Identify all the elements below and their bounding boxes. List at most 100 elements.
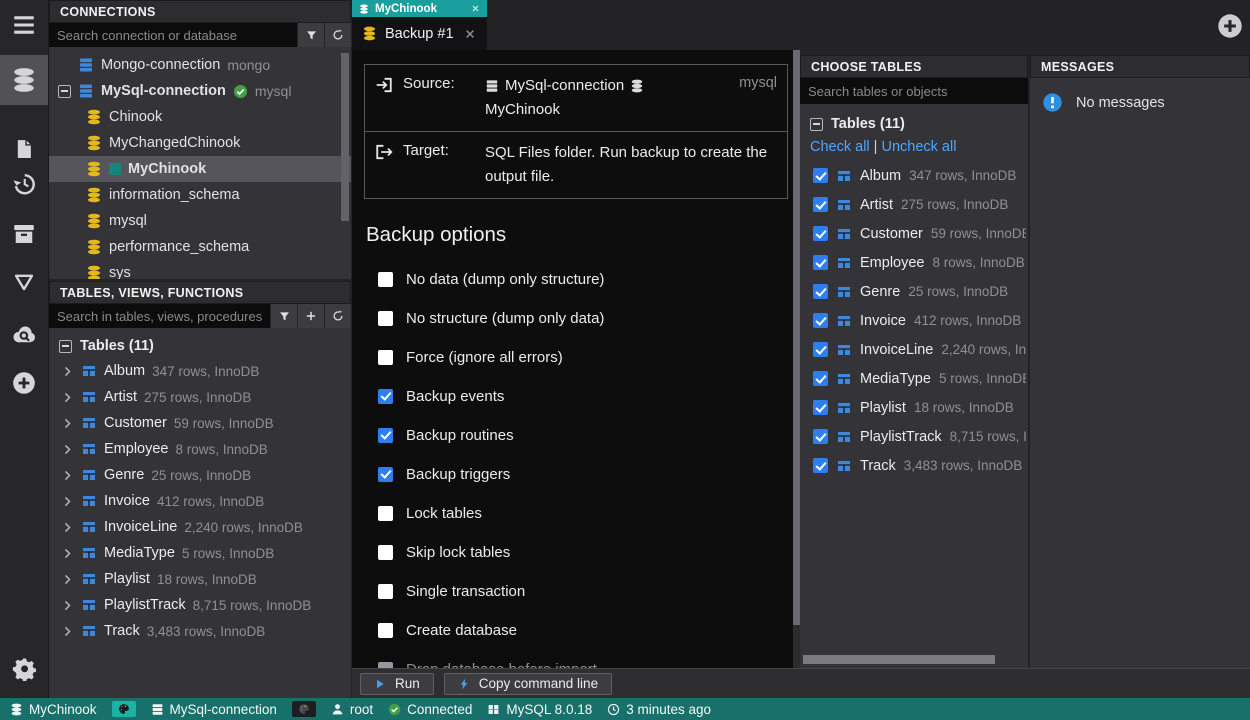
option-checkbox[interactable] <box>378 350 393 365</box>
table-tree-item[interactable]: Track 3,483 rows, InnoDB <box>49 618 351 644</box>
choose-table-row[interactable]: PlaylistTrack 8,715 rows, InnoDB <box>800 422 1028 451</box>
connection-tree-item[interactable]: sys <box>49 260 351 279</box>
chevron-right-icon[interactable] <box>61 365 74 378</box>
backup-scrollbar-thumb[interactable] <box>793 50 800 625</box>
table-checkbox[interactable] <box>813 313 828 328</box>
collapse-toggle-icon[interactable] <box>810 118 823 131</box>
tab-close-icon[interactable] <box>464 28 476 40</box>
table-checkbox[interactable] <box>813 400 828 415</box>
connection-color-palette-button[interactable] <box>292 701 316 717</box>
chevron-right-icon[interactable] <box>61 469 74 482</box>
tables-search-input[interactable] <box>49 304 270 328</box>
sidebar-item-archive[interactable] <box>0 217 48 251</box>
choose-table-row[interactable]: Employee 8 rows, InnoDB <box>800 248 1028 277</box>
connection-tree-item[interactable]: information_schema <box>49 182 351 208</box>
sidebar-item-databases[interactable] <box>0 55 48 105</box>
tables-filter-button[interactable] <box>270 304 297 328</box>
sidebar-item-history[interactable] <box>0 167 48 201</box>
chevron-right-icon[interactable] <box>61 625 74 638</box>
connection-tree-item[interactable]: MyChangedChinook <box>49 130 351 156</box>
option-checkbox[interactable] <box>378 467 393 482</box>
option-checkbox[interactable] <box>378 545 393 560</box>
option-checkbox[interactable] <box>378 623 393 638</box>
table-checkbox[interactable] <box>813 429 828 444</box>
table-checkbox[interactable] <box>813 371 828 386</box>
sidebar-item-filter[interactable] <box>0 265 48 299</box>
connection-tree-item[interactable]: mysql <box>49 208 351 234</box>
backup-option-row[interactable]: Drop database before import <box>378 661 800 668</box>
option-checkbox[interactable] <box>378 311 393 326</box>
table-checkbox[interactable] <box>813 255 828 270</box>
backup-option-row[interactable]: No structure (dump only data) <box>378 310 800 326</box>
tab-group-header[interactable]: MyChinook <box>352 0 487 17</box>
settings-gear-button[interactable] <box>0 652 48 686</box>
backup-option-row[interactable]: Lock tables <box>378 505 800 521</box>
hamburger-menu-button[interactable] <box>0 5 48 45</box>
new-tab-button[interactable] <box>1217 13 1243 39</box>
chevron-right-icon[interactable] <box>61 521 74 534</box>
connections-filter-button[interactable] <box>297 23 324 47</box>
backup-option-row[interactable]: Create database <box>378 622 800 638</box>
choose-table-row[interactable]: Invoice 412 rows, InnoDB <box>800 306 1028 335</box>
chevron-right-icon[interactable] <box>61 417 74 430</box>
sidebar-item-cloud-search[interactable] <box>0 317 48 351</box>
table-checkbox[interactable] <box>813 342 828 357</box>
uncheck-all-link[interactable]: Uncheck all <box>881 139 956 155</box>
choose-tables-search-input[interactable] <box>800 78 1028 104</box>
choose-table-row[interactable]: MediaType 5 rows, InnoDB <box>800 364 1028 393</box>
database-color-palette-button[interactable] <box>112 701 136 717</box>
option-checkbox[interactable] <box>378 428 393 443</box>
sidebar-item-files[interactable] <box>0 132 48 166</box>
table-tree-item[interactable]: PlaylistTrack 8,715 rows, InnoDB <box>49 592 351 618</box>
choose-tables-group-row[interactable]: Tables (11) <box>800 112 1028 136</box>
choose-tables-horizontal-scrollbar[interactable] <box>803 655 995 664</box>
option-checkbox[interactable] <box>378 389 393 404</box>
choose-table-row[interactable]: Customer 59 rows, InnoDB <box>800 219 1028 248</box>
table-checkbox[interactable] <box>813 168 828 183</box>
tab-group-close-icon[interactable] <box>471 4 480 13</box>
table-tree-item[interactable]: Employee 8 rows, InnoDB <box>49 436 351 462</box>
choose-table-row[interactable]: Genre 25 rows, InnoDB <box>800 277 1028 306</box>
connection-tree-item[interactable]: Chinook <box>49 104 351 130</box>
backup-option-row[interactable]: Backup routines <box>378 427 800 443</box>
connections-search-input[interactable] <box>49 23 297 47</box>
backup-option-row[interactable]: Force (ignore all errors) <box>378 349 800 365</box>
connection-tree-item[interactable]: MySql-connection mysql <box>49 78 351 104</box>
collapse-toggle-icon[interactable] <box>58 85 71 98</box>
choose-table-row[interactable]: Artist 275 rows, InnoDB <box>800 190 1028 219</box>
backup-option-row[interactable]: Skip lock tables <box>378 544 800 560</box>
choose-table-row[interactable]: Playlist 18 rows, InnoDB <box>800 393 1028 422</box>
sidebar-item-add[interactable] <box>0 366 48 400</box>
table-checkbox[interactable] <box>813 458 828 473</box>
chevron-right-icon[interactable] <box>61 391 74 404</box>
choose-table-row[interactable]: InvoiceLine 2,240 rows, InnoDB <box>800 335 1028 364</box>
copy-command-line-button[interactable]: Copy command line <box>444 673 612 695</box>
chevron-right-icon[interactable] <box>61 573 74 586</box>
backup-scrollbar[interactable] <box>793 50 800 668</box>
chevron-right-icon[interactable] <box>61 495 74 508</box>
table-tree-item[interactable]: Genre 25 rows, InnoDB <box>49 462 351 488</box>
connections-refresh-button[interactable] <box>324 23 351 47</box>
connection-tree-item[interactable]: MyChinook <box>49 156 351 182</box>
table-tree-item[interactable]: Invoice 412 rows, InnoDB <box>49 488 351 514</box>
backup-option-row[interactable]: Backup events <box>378 388 800 404</box>
option-checkbox[interactable] <box>378 584 393 599</box>
table-tree-item[interactable]: Customer 59 rows, InnoDB <box>49 410 351 436</box>
option-checkbox[interactable] <box>378 506 393 521</box>
check-all-link[interactable]: Check all <box>810 139 870 155</box>
tab-backup[interactable]: Backup #1 <box>352 17 487 50</box>
table-checkbox[interactable] <box>813 197 828 212</box>
tables-add-button[interactable] <box>297 304 324 328</box>
choose-table-row[interactable]: Track 3,483 rows, InnoDB <box>800 451 1028 480</box>
chevron-right-icon[interactable] <box>61 443 74 456</box>
collapse-toggle-icon[interactable] <box>59 340 72 353</box>
connection-tree-item[interactable]: performance_schema <box>49 234 351 260</box>
connections-scrollbar[interactable] <box>341 53 349 221</box>
tables-refresh-button[interactable] <box>324 304 351 328</box>
backup-option-row[interactable]: No data (dump only structure) <box>378 271 800 287</box>
table-tree-item[interactable]: Playlist 18 rows, InnoDB <box>49 566 351 592</box>
table-tree-item[interactable]: InvoiceLine 2,240 rows, InnoDB <box>49 514 351 540</box>
connection-tree-item[interactable]: Mongo-connection mongo <box>49 52 351 78</box>
backup-option-row[interactable]: Backup triggers <box>378 466 800 482</box>
chevron-right-icon[interactable] <box>61 547 74 560</box>
